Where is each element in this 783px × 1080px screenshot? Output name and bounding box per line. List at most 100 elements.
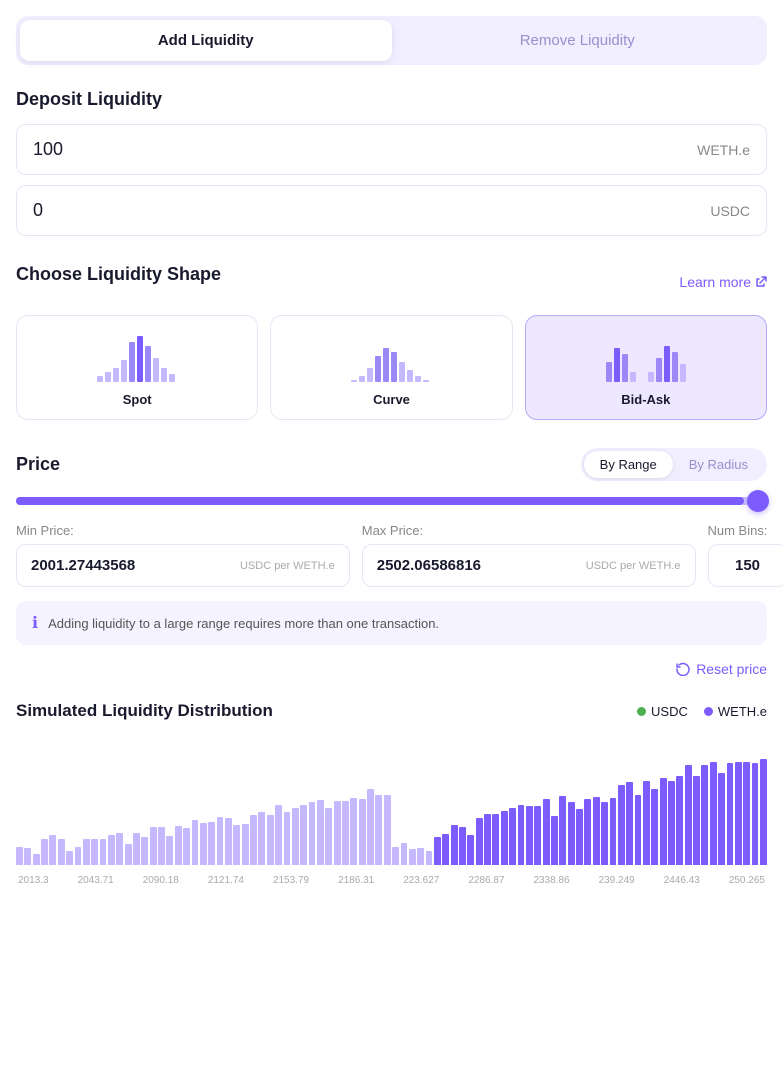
bar — [49, 835, 56, 865]
bar — [83, 839, 90, 865]
curve-icon — [351, 332, 431, 382]
bar — [760, 759, 767, 865]
bar — [375, 795, 382, 865]
usdc-input[interactable] — [33, 200, 710, 221]
x-axis-label: 239.249 — [599, 875, 635, 886]
shape-cards: Spot — [16, 315, 767, 420]
bar — [309, 802, 316, 865]
x-axis-label: 223.627 — [403, 875, 439, 886]
bar — [183, 828, 190, 865]
reset-price-button[interactable]: Reset price — [676, 661, 767, 677]
min-price-box: USDC per WETH.e — [16, 544, 350, 587]
bar — [593, 797, 600, 865]
by-range-btn[interactable]: By Range — [584, 451, 673, 478]
bar — [701, 765, 708, 865]
bar — [384, 795, 391, 865]
bar — [710, 762, 717, 865]
bar — [752, 763, 759, 865]
bar — [242, 824, 249, 865]
chart-header: Simulated Liquidity Distribution USDC WE… — [16, 701, 767, 721]
shape-title: Choose Liquidity Shape — [16, 264, 221, 285]
num-bins-box — [708, 544, 783, 587]
bar — [626, 782, 633, 865]
bar — [559, 796, 566, 865]
by-radius-btn[interactable]: By Radius — [673, 451, 764, 478]
price-section: Price By Range By Radius Min Price: USDC… — [16, 448, 767, 677]
learn-more-link[interactable]: Learn more — [679, 274, 767, 290]
spot-icon — [97, 332, 177, 382]
bar — [610, 798, 617, 865]
usdc-input-row: USDC — [16, 185, 767, 236]
bar — [476, 818, 483, 865]
num-bins-group: Num Bins: — [708, 523, 783, 587]
bar — [442, 834, 449, 865]
bid-ask-chart-icon — [606, 332, 686, 382]
bar — [58, 839, 65, 865]
max-price-unit: USDC per WETH.e — [586, 560, 681, 572]
info-text: Adding liquidity to a large range requir… — [48, 616, 439, 631]
bar — [275, 805, 282, 865]
bar — [317, 800, 324, 865]
bar — [518, 805, 525, 865]
bar — [743, 762, 750, 865]
spot-label: Spot — [123, 392, 152, 407]
bar — [426, 851, 433, 865]
weth-legend-item: WETH.e — [704, 704, 767, 719]
x-axis-labels: 2013.32043.712090.182121.742153.792186.3… — [16, 875, 767, 886]
bar — [133, 833, 140, 865]
curve-shape-card[interactable]: Curve — [270, 315, 512, 420]
remove-liquidity-tab[interactable]: Remove Liquidity — [392, 20, 764, 61]
min-price-group: Min Price: USDC per WETH.e — [16, 523, 350, 587]
spot-shape-card[interactable]: Spot — [16, 315, 258, 420]
shape-header: Choose Liquidity Shape Learn more — [16, 264, 767, 299]
bid-ask-label: Bid-Ask — [621, 392, 670, 407]
bid-ask-shape-card[interactable]: Bid-Ask — [525, 315, 767, 420]
bar — [543, 799, 550, 865]
chart-legend: USDC WETH.e — [637, 704, 767, 719]
price-slider[interactable] — [16, 497, 767, 505]
max-price-input[interactable] — [377, 557, 578, 574]
bar — [601, 802, 608, 865]
x-axis-label: 2286.87 — [468, 875, 504, 886]
num-bins-input[interactable] — [723, 557, 773, 574]
bar — [66, 851, 73, 865]
max-price-group: Max Price: USDC per WETH.e — [362, 523, 696, 587]
max-price-label: Max Price: — [362, 523, 696, 538]
weth-input[interactable] — [33, 139, 697, 160]
bar — [225, 818, 232, 865]
x-axis-label: 2186.31 — [338, 875, 374, 886]
min-price-label: Min Price: — [16, 523, 350, 538]
bar — [116, 833, 123, 865]
usdc-legend-label: USDC — [651, 704, 688, 719]
x-axis-label: 2043.71 — [78, 875, 114, 886]
num-bins-label: Num Bins: — [708, 523, 783, 538]
bar — [484, 814, 491, 865]
curve-label: Curve — [373, 392, 410, 407]
learn-more-label: Learn more — [679, 274, 751, 290]
chart-title: Simulated Liquidity Distribution — [16, 701, 273, 721]
bar — [166, 836, 173, 865]
shape-section: Choose Liquidity Shape Learn more — [16, 264, 767, 420]
add-liquidity-tab[interactable]: Add Liquidity — [20, 20, 392, 61]
bar — [392, 847, 399, 865]
external-link-icon — [755, 276, 767, 288]
price-header: Price By Range By Radius — [16, 448, 767, 481]
slider-thumb[interactable] — [747, 490, 769, 512]
spot-chart-icon — [97, 332, 177, 382]
x-axis-label: 2121.74 — [208, 875, 244, 886]
bar — [467, 835, 474, 865]
bar — [33, 854, 40, 865]
bar — [367, 789, 374, 865]
deposit-section: Deposit Liquidity WETH.e USDC — [16, 89, 767, 236]
range-toggle: By Range By Radius — [581, 448, 767, 481]
bar — [16, 847, 23, 865]
bar — [342, 801, 349, 865]
reset-icon — [676, 662, 690, 676]
bar — [150, 827, 157, 865]
bar — [551, 816, 558, 865]
min-price-input[interactable] — [31, 557, 232, 574]
bar — [584, 799, 591, 865]
bar — [718, 773, 725, 865]
usdc-legend-item: USDC — [637, 704, 688, 719]
deposit-title: Deposit Liquidity — [16, 89, 767, 110]
